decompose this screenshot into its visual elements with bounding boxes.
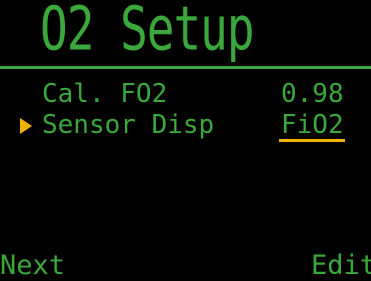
device-screen: O2 Setup Cal. FO2 0.98 Sensor Disp FiO2 … [0, 0, 371, 281]
selection-arrow-icon [20, 118, 32, 134]
title-divider [0, 66, 371, 69]
edit-cursor-underline [279, 139, 345, 142]
edit-softkey[interactable]: Edit [311, 252, 371, 279]
next-softkey[interactable]: Next [0, 252, 65, 279]
menu-item-label[interactable]: Cal. FO2 [42, 81, 167, 107]
page-title: O2 Setup [40, 0, 255, 64]
menu-item-value[interactable]: FiO2 [281, 112, 344, 138]
menu-item-label[interactable]: Sensor Disp [42, 112, 214, 138]
menu-item-value: 0.98 [281, 79, 344, 109]
